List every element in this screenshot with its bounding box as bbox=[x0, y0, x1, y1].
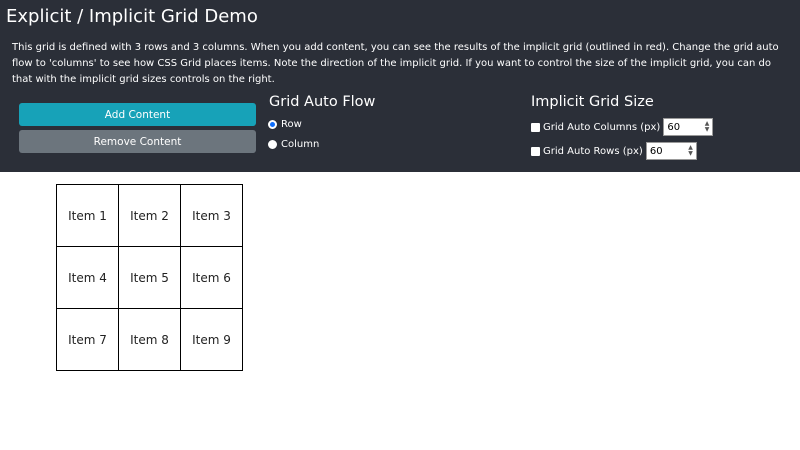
add-content-button[interactable]: Add Content bbox=[19, 103, 256, 126]
control-panel: Explicit / Implicit Grid Demo This grid … bbox=[0, 0, 800, 172]
description-text: This grid is defined with 3 rows and 3 c… bbox=[12, 42, 779, 85]
column-radio-label: Column bbox=[281, 139, 320, 150]
grid-item: Item 2 bbox=[119, 185, 181, 247]
row-radio[interactable] bbox=[268, 120, 277, 129]
auto-rows-input[interactable]: 60 ▲ ▼ bbox=[645, 142, 697, 160]
grid-item: Item 6 bbox=[181, 247, 243, 309]
auto-columns-input[interactable]: 60 ▲ ▼ bbox=[663, 118, 714, 136]
grid-item: Item 7 bbox=[57, 309, 119, 371]
radio-row-option[interactable]: Row bbox=[268, 119, 302, 130]
grid-item: Item 3 bbox=[181, 185, 243, 247]
auto-columns-label: Grid Auto Columns (px) bbox=[543, 121, 661, 133]
auto-rows-control: Grid Auto Rows (px) 60 ▲ ▼ bbox=[531, 142, 697, 160]
implicit-grid-size-heading: Implicit Grid Size bbox=[531, 94, 654, 110]
auto-columns-value: 60 bbox=[667, 121, 681, 133]
row-radio-label: Row bbox=[281, 119, 302, 130]
remove-content-button[interactable]: Remove Content bbox=[19, 130, 256, 153]
page-title: Explicit / Implicit Grid Demo bbox=[6, 6, 258, 27]
grid-item: Item 9 bbox=[181, 309, 243, 371]
auto-rows-checkbox[interactable] bbox=[531, 146, 540, 156]
stepper-down-icon[interactable]: ▼ bbox=[688, 151, 693, 157]
column-radio[interactable] bbox=[268, 140, 277, 149]
grid-item: Item 5 bbox=[119, 247, 181, 309]
stepper-down-icon[interactable]: ▼ bbox=[705, 127, 710, 133]
auto-rows-value: 60 bbox=[649, 145, 663, 157]
grid-item: Item 1 bbox=[57, 185, 119, 247]
grid-auto-flow-heading: Grid Auto Flow bbox=[269, 94, 376, 110]
auto-columns-stepper[interactable]: ▲ ▼ bbox=[705, 121, 710, 133]
auto-rows-stepper[interactable]: ▲ ▼ bbox=[688, 145, 693, 157]
auto-rows-label: Grid Auto Rows (px) bbox=[543, 145, 643, 157]
radio-column-option[interactable]: Column bbox=[268, 139, 319, 150]
auto-columns-control: Grid Auto Columns (px) 60 ▲ ▼ bbox=[531, 118, 714, 136]
auto-columns-checkbox[interactable] bbox=[531, 122, 540, 132]
grid-item: Item 4 bbox=[57, 247, 119, 309]
grid-item: Item 8 bbox=[119, 309, 181, 371]
demo-grid: Item 1 Item 2 Item 3 Item 4 Item 5 Item … bbox=[56, 184, 243, 371]
